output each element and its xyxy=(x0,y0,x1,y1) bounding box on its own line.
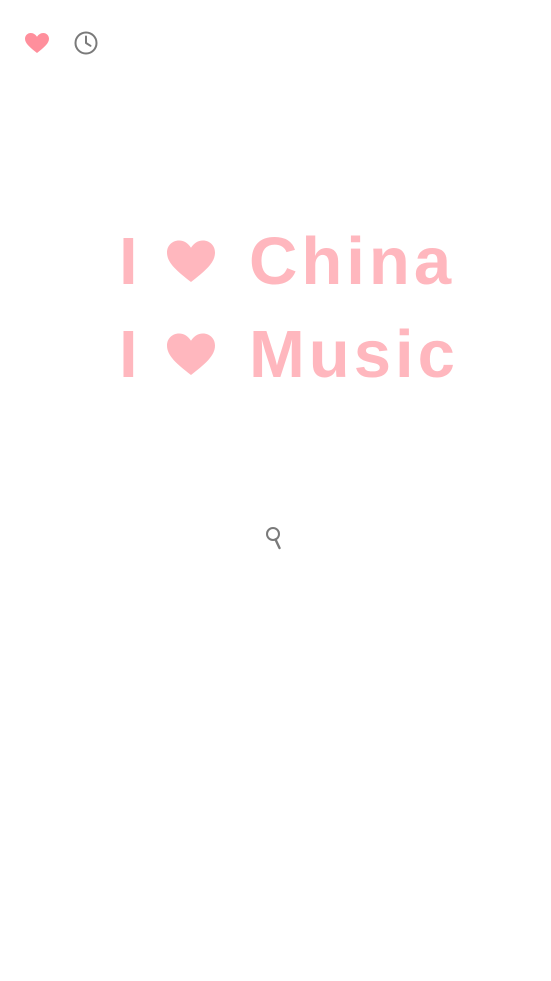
search-icon xyxy=(264,525,286,556)
clock-icon xyxy=(73,30,99,56)
heart-icon xyxy=(165,238,217,284)
history-button[interactable] xyxy=(72,29,100,57)
search-button[interactable] xyxy=(261,526,289,554)
hero-word-china: China xyxy=(249,223,456,299)
hero-word-music: Music xyxy=(249,316,459,392)
top-bar xyxy=(0,0,551,84)
hero-line-china: I China xyxy=(119,226,455,296)
hero-letter: I xyxy=(119,316,142,392)
hero-line-music: I Music xyxy=(119,319,459,389)
favorites-button[interactable] xyxy=(23,29,51,57)
hero-logo: I China I Music xyxy=(0,222,551,392)
heart-icon xyxy=(24,32,50,54)
hero-letter: I xyxy=(119,223,142,299)
heart-icon xyxy=(165,331,217,377)
